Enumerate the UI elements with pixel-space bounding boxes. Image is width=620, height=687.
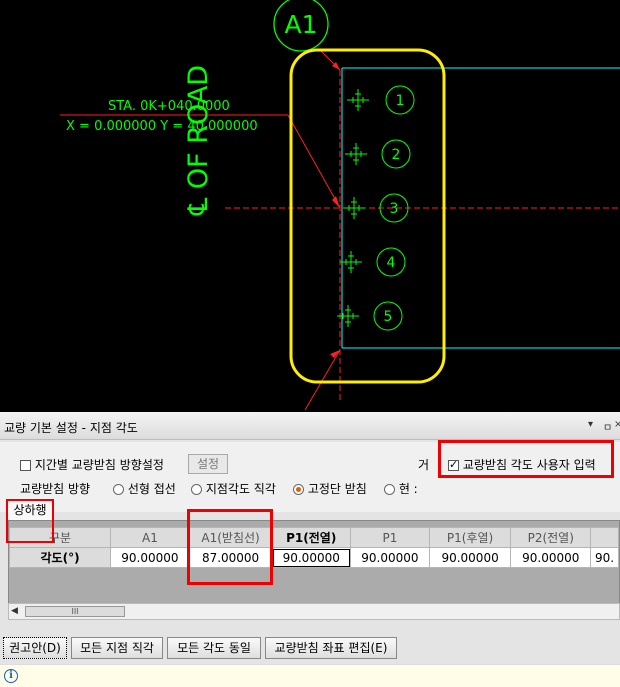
- radio-button[interactable]: [293, 484, 304, 495]
- screen: A1 STA. 0K+040.0000 X = 0.000000 Y = 40.…: [0, 0, 620, 687]
- radio-label: 지점각도 직각: [205, 482, 276, 496]
- marker-number: 5: [384, 309, 393, 325]
- all-right-angle-button[interactable]: 모든 지점 직각: [71, 637, 163, 659]
- span-direction-option[interactable]: 지간별 교량받침 방향설정: [20, 456, 164, 473]
- marker-number: 1: [396, 93, 405, 109]
- scroll-thumb[interactable]: III: [25, 606, 125, 617]
- road-label: ℄ OF ROAD: [183, 65, 214, 216]
- radio-label: 선형 접선: [127, 482, 176, 496]
- status-bar: i: [0, 664, 620, 687]
- radio-fixed-bearing[interactable]: 고정단 받침: [293, 480, 367, 497]
- restore-icon[interactable]: ㅁ: [603, 419, 612, 434]
- marker-number: 4: [387, 255, 396, 271]
- horizontal-scrollbar[interactable]: ◀ III: [8, 603, 620, 620]
- bearing-symbol: [343, 197, 365, 219]
- bearing-symbol: [340, 251, 362, 273]
- marker-number: 3: [390, 201, 399, 217]
- panel-titlebar[interactable]: 교량 기본 설정 - 지점 각도 ▾ ㅁ ×: [0, 412, 620, 440]
- angle-cell[interactable]: 90.: [590, 547, 619, 568]
- highlight-user-input: [438, 440, 614, 478]
- radio-tangent[interactable]: 선형 접선: [113, 480, 176, 497]
- angle-cell[interactable]: 90.00000: [350, 547, 430, 568]
- table-header-row: 구분 A1 A1(받침선) P1(전열) P1 P1(후열) P2(전열): [8, 527, 619, 548]
- radio-button[interactable]: [384, 484, 395, 495]
- header-cell: A1: [110, 527, 190, 548]
- radio-right-angle[interactable]: 지점각도 직각: [191, 480, 276, 497]
- angle-cell[interactable]: 90.00000: [271, 547, 352, 568]
- highlight-a1-bearing-column: [187, 509, 273, 585]
- radio-button[interactable]: [113, 484, 124, 495]
- tab-strip: 상하행: [0, 498, 620, 520]
- all-same-angle-button[interactable]: 모든 각도 동일: [167, 637, 261, 659]
- arrow-head: [330, 350, 340, 358]
- leader-diagonal: [287, 114, 341, 209]
- radio-label: 고정단 받침: [307, 482, 367, 496]
- angle-cell[interactable]: 90.00000: [428, 547, 512, 568]
- header-cell: [590, 527, 619, 548]
- arrow-head: [332, 196, 340, 208]
- bearing-symbol: [347, 89, 369, 111]
- radio-button[interactable]: [191, 484, 202, 495]
- span-direction-label: 지간별 교량받침 방향설정: [34, 458, 164, 472]
- radio-chord[interactable]: 현 :: [384, 480, 418, 497]
- truncated-label: 거: [418, 458, 430, 472]
- table-row: 각도(°) 90.00000 87.00000 90.00000 90.0000…: [8, 547, 619, 568]
- settings-panel: 교량 기본 설정 - 지점 각도 ▾ ㅁ × 지간별 교량받침 방향설정 설정 …: [0, 412, 620, 687]
- settings-button[interactable]: 설정: [188, 454, 228, 474]
- angle-cell[interactable]: 90.00000: [510, 547, 592, 568]
- scroll-left-icon[interactable]: ◀: [11, 606, 18, 616]
- dropdown-icon[interactable]: ▾: [588, 419, 593, 430]
- cad-drawing: A1 STA. 0K+040.0000 X = 0.000000 Y = 40.…: [60, 0, 620, 411]
- bearing-markers: 1 2 3 4 5: [373, 85, 415, 331]
- angle-table: 구분 A1 A1(받침선) P1(전열) P1 P1(후열) P2(전열) 각도…: [8, 527, 619, 568]
- radio-label: 현 :: [398, 482, 418, 496]
- header-cell: P1(전열): [271, 527, 352, 548]
- highlight-tab: [6, 499, 54, 543]
- button-row: 권고안(D) 모든 지점 직각 모든 각도 동일 교량받침 좌표 편집(E): [0, 634, 620, 664]
- recommend-button[interactable]: 권고안(D): [3, 637, 67, 659]
- angle-cell[interactable]: 90.00000: [110, 547, 190, 568]
- cad-viewport[interactable]: A1 STA. 0K+040.0000 X = 0.000000 Y = 40.…: [0, 0, 620, 412]
- span-direction-checkbox[interactable]: [20, 460, 31, 471]
- edit-bearing-coords-button[interactable]: 교량받침 좌표 편집(E): [265, 637, 397, 659]
- a1-label: A1: [284, 10, 317, 39]
- direction-label: 교량받침 방향: [20, 482, 91, 496]
- panel-title: 교량 기본 설정 - 지점 각도: [4, 421, 138, 435]
- xy-label: X = 0.000000 Y = 40.000000: [66, 119, 258, 134]
- header-cell: P2(전열): [510, 527, 592, 548]
- header-cell: P1(후열): [428, 527, 512, 548]
- marker-number: 2: [392, 147, 401, 163]
- row-header: 각도(°): [8, 547, 112, 568]
- close-icon[interactable]: ×: [614, 419, 620, 430]
- info-icon: i: [4, 669, 18, 683]
- bearing-symbol: [345, 143, 367, 165]
- header-cell: P1: [350, 527, 430, 548]
